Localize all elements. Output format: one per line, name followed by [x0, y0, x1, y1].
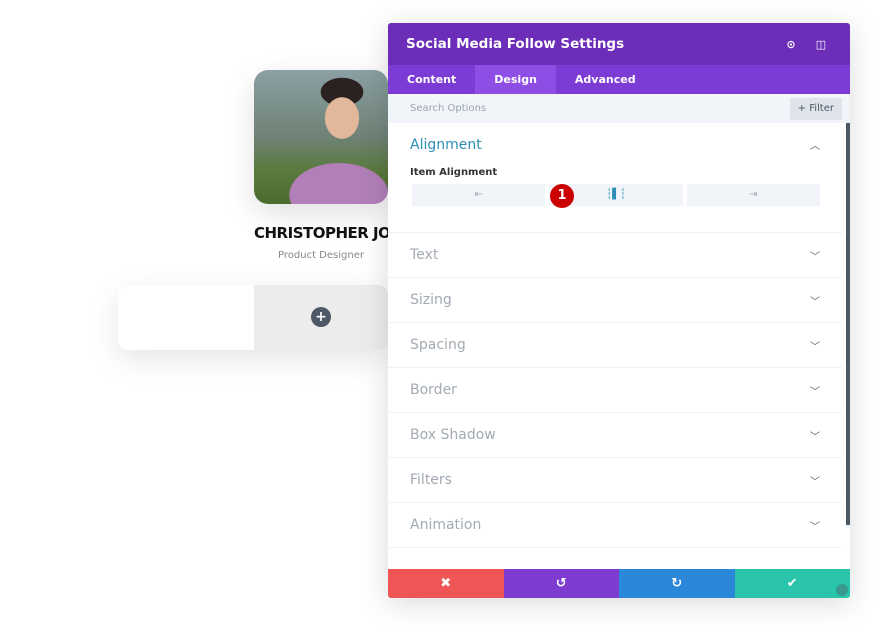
section-sizing[interactable]: Sizing ﹀ [388, 278, 842, 323]
tab-bar: Content Design Advanced [388, 65, 850, 94]
chevron-down-icon[interactable]: ﹀ [810, 473, 820, 488]
undo-button[interactable]: ↺ [503, 569, 619, 598]
plus-icon[interactable]: + [311, 307, 331, 327]
chevron-up-icon[interactable]: ︿ [810, 137, 820, 153]
chevron-down-icon[interactable]: ﹀ [810, 383, 820, 398]
section-text[interactable]: Text ﹀ [388, 233, 842, 278]
redo-icon: ↻ [671, 576, 683, 591]
section-alignment: Alignment ︿ Item Alignment ⇤ ┆▌┆ ⇥ 1 [388, 123, 842, 233]
chevron-down-icon[interactable]: ﹀ [810, 338, 820, 353]
align-left-button[interactable]: ⇤ [412, 184, 546, 206]
chevron-down-icon[interactable]: ﹀ [810, 518, 820, 533]
fullscreen-icon[interactable]: ⊙ [780, 38, 802, 51]
section-filters[interactable]: Filters ﹀ [388, 458, 842, 503]
profile-role: Product Designer [278, 250, 364, 261]
settings-panel: Social Media Follow Settings ⊙ ◫ Content… [388, 23, 850, 598]
filter-button[interactable]: + Filter [789, 97, 842, 120]
cancel-button[interactable]: ✖ [388, 569, 504, 598]
tab-advanced[interactable]: Advanced [556, 65, 655, 94]
sidebar-icon[interactable]: ◫ [810, 38, 832, 51]
section-box-shadow[interactable]: Box Shadow ﹀ [388, 413, 842, 458]
panel-footer: ✖ ↺ ↻ ✔ [388, 569, 850, 598]
tab-design[interactable]: Design [475, 65, 556, 94]
profile-name: CHRISTOPHER JOE [254, 224, 401, 242]
tab-content[interactable]: Content [388, 65, 475, 94]
align-right-button[interactable]: ⇥ [686, 184, 820, 206]
section-border[interactable]: Border ﹀ [388, 368, 842, 413]
item-alignment-label: Item Alignment [410, 167, 498, 178]
profile-photo [254, 70, 388, 204]
panel-title: Social Media Follow Settings [406, 36, 625, 52]
resize-handle-icon[interactable] [836, 584, 848, 596]
redo-button[interactable]: ↻ [619, 569, 735, 598]
panel-header: Social Media Follow Settings ⊙ ◫ [388, 23, 850, 65]
social-follow-module[interactable]: + [118, 285, 388, 350]
scrollbar[interactable] [846, 123, 850, 525]
search-options[interactable]: Search Options + Filter [388, 94, 850, 123]
step-badge: 1 [550, 184, 574, 208]
chevron-down-icon[interactable]: ﹀ [810, 293, 820, 308]
section-animation[interactable]: Animation ﹀ [388, 503, 842, 548]
search-input[interactable]: Search Options [410, 103, 790, 114]
section-title[interactable]: Alignment [410, 137, 810, 153]
chevron-down-icon[interactable]: ﹀ [810, 428, 820, 443]
check-icon: ✔ [786, 576, 798, 591]
chevron-down-icon[interactable]: ﹀ [810, 248, 820, 263]
section-spacing[interactable]: Spacing ﹀ [388, 323, 842, 368]
close-icon: ✖ [440, 576, 452, 591]
save-button[interactable]: ✔ [734, 569, 850, 598]
undo-icon: ↺ [555, 576, 567, 591]
